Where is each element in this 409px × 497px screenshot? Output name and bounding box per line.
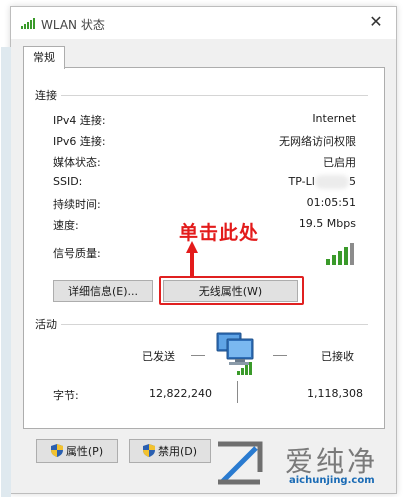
- disable-label: 禁用(D): [157, 445, 198, 458]
- sent-label: 已发送: [142, 350, 175, 363]
- ssid-blur: [315, 175, 349, 189]
- speed-value: 19.5 Mbps: [298, 217, 356, 230]
- background-window-edge: [1, 47, 11, 497]
- ssid-label: SSID:: [53, 175, 83, 188]
- properties-button[interactable]: 属性(P): [36, 439, 118, 463]
- ssid-prefix: TP-LI: [288, 175, 315, 188]
- ssid-value: TP-LI 5: [289, 175, 356, 189]
- activity-header: 活动: [35, 318, 57, 331]
- close-icon: ✕: [369, 12, 383, 31]
- window-title: WLAN 状态: [41, 18, 105, 32]
- media-state-value: 已启用: [323, 156, 356, 169]
- received-dash: [273, 355, 287, 356]
- tab-general[interactable]: 常规: [23, 46, 65, 69]
- properties-label: 属性(P): [65, 445, 104, 458]
- close-button[interactable]: ✕: [356, 7, 396, 39]
- watermark-logo-icon: [218, 441, 263, 485]
- signal-strength-icon: [326, 243, 354, 265]
- duration-label: 持续时间:: [53, 198, 101, 211]
- signal-icon: [21, 18, 35, 29]
- connection-header: 连接: [35, 89, 57, 102]
- activity-divider: [61, 324, 368, 325]
- highlight-box: [159, 276, 304, 305]
- wlan-status-window: WLAN 状态 ✕ 常规 连接 IPv4 连接: Internet IPv6 连…: [1, 6, 397, 497]
- disable-button[interactable]: 禁用(D): [129, 439, 211, 463]
- ipv6-label: IPv6 连接:: [53, 135, 106, 148]
- watermark-url: aichunjing.com: [289, 475, 375, 486]
- media-state-label: 媒体状态:: [53, 156, 101, 169]
- ipv4-label: IPv4 连接:: [53, 114, 106, 127]
- uac-shield-icon: [142, 444, 155, 457]
- bytes-received-value: 1,118,308: [307, 387, 363, 400]
- sent-dash: [191, 355, 205, 356]
- speed-label: 速度:: [53, 219, 79, 232]
- bytes-sent-value: 12,822,240: [149, 387, 212, 400]
- ssid-suffix: 5: [349, 175, 356, 188]
- duration-value: 01:05:51: [306, 196, 356, 209]
- title-bar: WLAN 状态 ✕: [11, 7, 396, 39]
- details-button[interactable]: 详细信息(E)...: [53, 280, 153, 302]
- signal-quality-label: 信号质量:: [53, 247, 101, 260]
- watermark-text: 爱纯净: [285, 445, 379, 478]
- up-arrow-icon: [186, 241, 198, 277]
- ipv6-value: 无网络访问权限: [279, 135, 356, 148]
- bytes-divider: [237, 381, 238, 403]
- received-label: 已接收: [321, 350, 354, 363]
- uac-shield-icon: [50, 444, 63, 457]
- connection-divider: [61, 95, 368, 96]
- network-computers-icon: [216, 332, 254, 375]
- bytes-label: 字节:: [53, 389, 79, 402]
- ipv4-value: Internet: [312, 112, 356, 125]
